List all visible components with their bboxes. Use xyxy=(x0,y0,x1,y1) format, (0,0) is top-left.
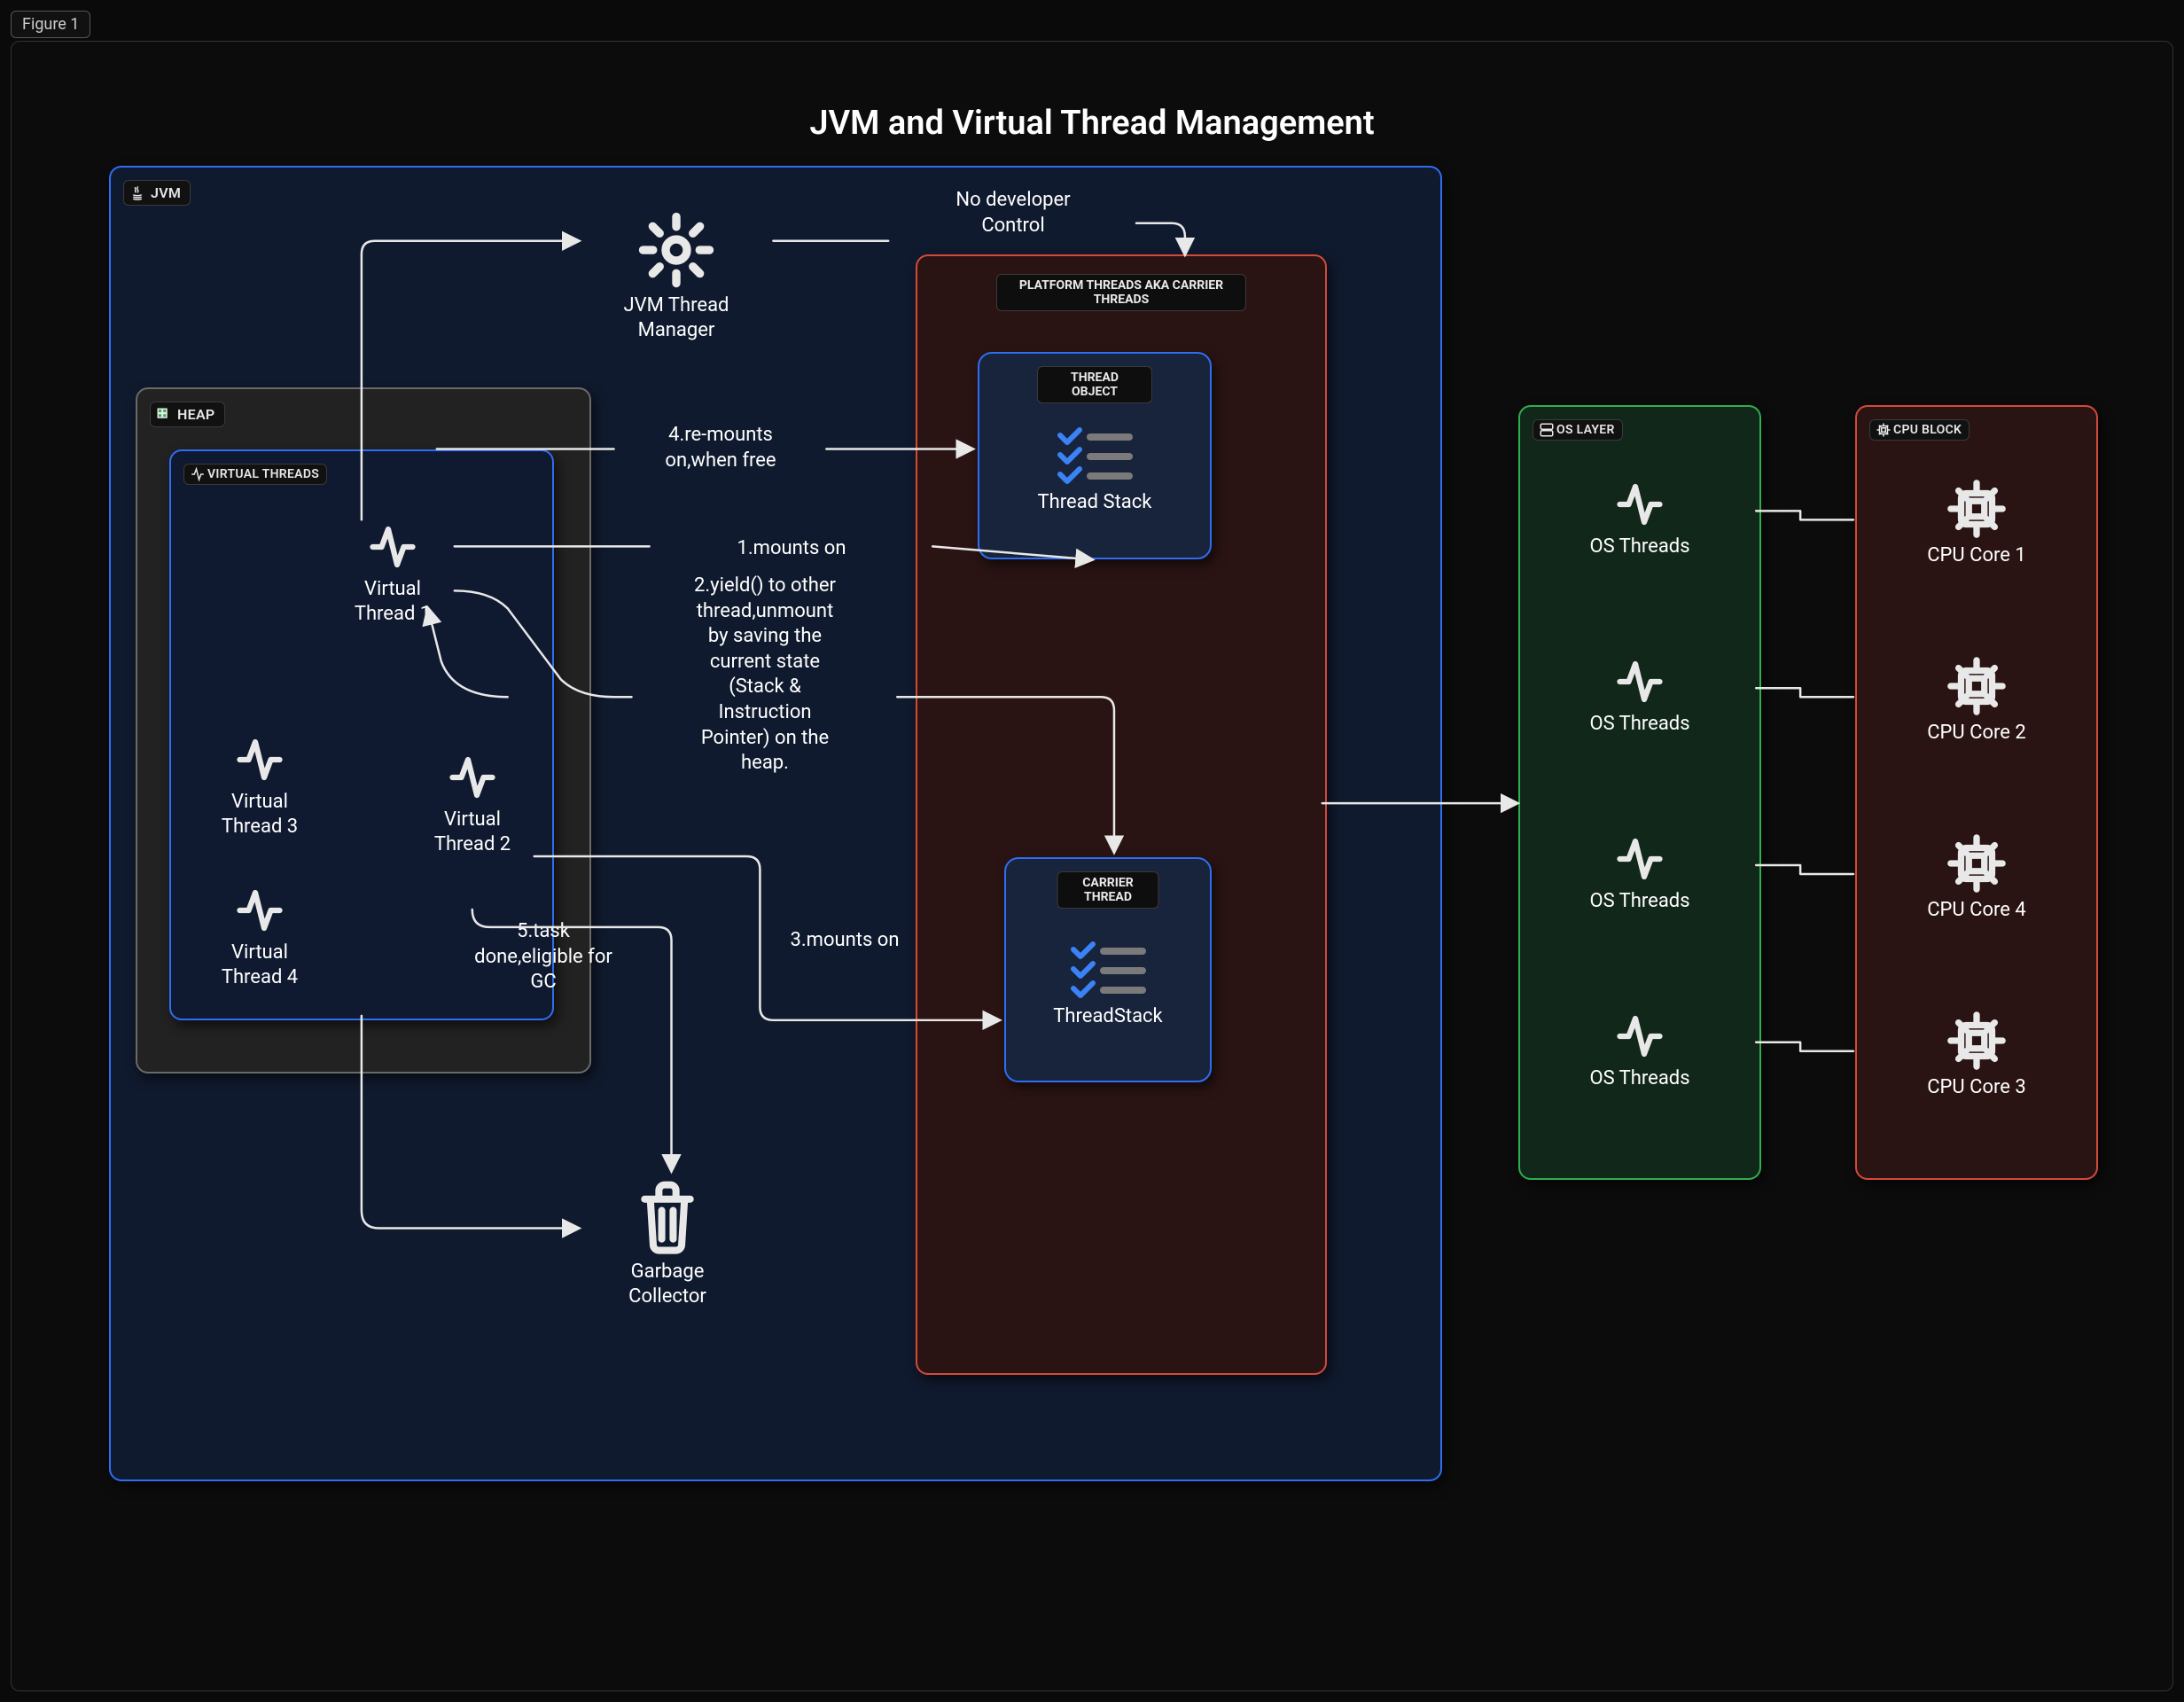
page: Figure 1 JVM and Virtual Thread Manageme… xyxy=(0,0,2184,1702)
cpu-block-label: CPU BLOCK xyxy=(1869,419,1970,441)
os-thread-3-label: OS Threads xyxy=(1520,889,1759,914)
cpu-icon xyxy=(1946,1010,2008,1072)
thread-stack-1-label: Thread Stack xyxy=(979,490,1210,515)
cpu-icon xyxy=(1946,478,2008,540)
checklist-icon xyxy=(1055,425,1135,487)
server-icon xyxy=(1539,422,1555,438)
cpu-block-label-text: CPU BLOCK xyxy=(1893,423,1962,437)
jvm-label: JVM xyxy=(123,180,191,206)
cpu-core-3: CPU Core 3 xyxy=(1857,1010,2096,1100)
virtual-thread-1-label: Virtual Thread 1 xyxy=(313,577,472,626)
activity-icon xyxy=(362,520,424,574)
cpu-icon xyxy=(1946,832,2008,894)
platform-threads-label: PLATFORM THREADS AKA CARRIER THREADS xyxy=(996,274,1246,311)
virtual-thread-1: Virtual Thread 1 xyxy=(313,520,472,626)
cpu-block-container: CPU BLOCK CPU Core 1 CPU Core 2 CPU Core… xyxy=(1855,405,2098,1180)
checklist-icon xyxy=(1068,939,1148,1001)
cpu-core-1-label: CPU Core 1 xyxy=(1857,543,2096,568)
virtual-thread-4-label: Virtual Thread 4 xyxy=(180,941,339,989)
virtual-thread-3: Virtual Thread 3 xyxy=(180,733,339,839)
os-thread-1: OS Threads xyxy=(1520,478,1759,559)
cpu-core-1: CPU Core 1 xyxy=(1857,478,2096,568)
gear-icon xyxy=(636,210,716,290)
os-thread-4-label: OS Threads xyxy=(1520,1066,1759,1091)
carrier-thread-box: CARRIER THREAD ThreadStack xyxy=(1004,857,1212,1082)
edge-remount: 4.re-mounts on,when free xyxy=(623,423,818,473)
thread-stack-2-label: ThreadStack xyxy=(1006,1004,1210,1029)
cpu-core-3-label: CPU Core 3 xyxy=(1857,1075,2096,1100)
activity-icon xyxy=(1609,832,1671,886)
virtual-thread-2-label: Virtual Thread 2 xyxy=(393,808,552,856)
outer-frame: JVM and Virtual Thread Management JVM HE… xyxy=(11,41,2173,1691)
garbage-collector: Garbage Collector xyxy=(579,1176,756,1308)
edge-task-done: 5.task done,eligible for GC xyxy=(419,919,667,995)
os-layer-container: OS LAYER OS Threads OS Threads OS Thread… xyxy=(1518,405,1761,1180)
grid-icon xyxy=(156,407,172,423)
thread-object-label: THREAD OBJECT xyxy=(1037,366,1152,403)
jvm-thread-manager: JVM Thread Manager xyxy=(579,210,774,342)
cpu-icon xyxy=(1876,422,1892,438)
heap-label: HEAP xyxy=(150,402,225,427)
garbage-collector-label: Garbage Collector xyxy=(579,1260,756,1308)
java-icon xyxy=(129,185,145,201)
diagram-title: JVM and Virtual Thread Management xyxy=(12,104,2172,143)
figure-tag: Figure 1 xyxy=(11,11,90,38)
edge-no-dev-control: No developer Control xyxy=(898,188,1128,238)
os-layer-label-text: OS LAYER xyxy=(1556,423,1615,437)
cpu-core-4-label: CPU Core 4 xyxy=(1857,898,2096,923)
activity-icon xyxy=(229,884,291,937)
os-thread-1-label: OS Threads xyxy=(1520,535,1759,559)
os-thread-2-label: OS Threads xyxy=(1520,712,1759,737)
activity-icon xyxy=(1609,655,1671,708)
virtual-thread-2: Virtual Thread 2 xyxy=(393,751,552,856)
carrier-thread-label: CARRIER THREAD xyxy=(1057,871,1159,909)
activity-icon xyxy=(190,466,206,482)
os-thread-3: OS Threads xyxy=(1520,832,1759,914)
cpu-core-2-label: CPU Core 2 xyxy=(1857,721,2096,746)
jvm-thread-manager-label: JVM Thread Manager xyxy=(579,293,774,342)
cpu-core-2: CPU Core 2 xyxy=(1857,655,2096,746)
thread-stack-2: ThreadStack xyxy=(1006,939,1210,1029)
virtual-thread-3-label: Virtual Thread 3 xyxy=(180,790,339,839)
virtual-threads-label-text: VIRTUAL THREADS xyxy=(207,467,319,481)
heap-label-text: HEAP xyxy=(177,406,215,423)
trash-icon xyxy=(632,1176,703,1256)
thread-object-box: THREAD OBJECT Thread Stack xyxy=(978,352,1212,559)
virtual-threads-label: VIRTUAL THREADS xyxy=(183,464,327,485)
edge-mounts1: 1.mounts on xyxy=(659,536,924,562)
os-layer-label: OS LAYER xyxy=(1533,419,1623,441)
activity-icon xyxy=(1609,1010,1671,1063)
virtual-thread-4: Virtual Thread 4 xyxy=(180,884,339,989)
edge-yield: 2.yield() to other thread,unmount by sav… xyxy=(632,574,898,777)
thread-stack-1: Thread Stack xyxy=(979,425,1210,515)
cpu-icon xyxy=(1946,655,2008,717)
os-thread-2: OS Threads xyxy=(1520,655,1759,737)
edge-mounts3: 3.mounts on xyxy=(756,928,933,954)
jvm-label-text: JVM xyxy=(151,184,181,201)
activity-icon xyxy=(1609,478,1671,531)
activity-icon xyxy=(441,751,503,804)
cpu-core-4: CPU Core 4 xyxy=(1857,832,2096,923)
os-thread-4: OS Threads xyxy=(1520,1010,1759,1091)
activity-icon xyxy=(229,733,291,786)
